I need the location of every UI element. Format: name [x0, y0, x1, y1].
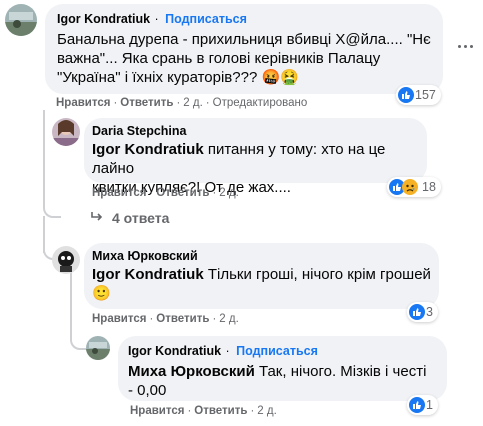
view-replies-link[interactable]: 4 ответа	[90, 210, 169, 226]
timestamp[interactable]: 2 д.	[219, 313, 239, 325]
separator-dot: ·	[154, 12, 159, 26]
follow-link[interactable]: Подписаться	[236, 344, 318, 358]
timestamp[interactable]: 2 д.	[219, 187, 239, 199]
comment-bubble: Igor Kondratiuk · Подписаться Банальна д…	[45, 4, 443, 94]
comment-bubble: Igor Kondratiuk · Подписаться Миха Юрков…	[118, 336, 447, 401]
reply-arrow-icon	[90, 210, 104, 226]
comment-author[interactable]: Миха Юрковский	[92, 249, 431, 263]
comment-text: Банальна дурепа - прихильниця вбивці Х@й…	[57, 31, 431, 86]
like-icon	[398, 87, 414, 103]
follow-link[interactable]: Подписаться	[165, 12, 247, 26]
like-button[interactable]: Нравится	[130, 405, 184, 417]
avatar[interactable]	[5, 4, 37, 36]
comment-actions: Нравится · Ответить · 2 д.	[92, 313, 239, 325]
reply-button[interactable]: Ответить	[156, 313, 209, 325]
mention-link[interactable]: Igor Kondratiuk	[92, 266, 204, 283]
reaction-count[interactable]: 157	[396, 85, 441, 105]
comment-text: Igor Kondratiuk Тільки гроші, нічого крі…	[92, 266, 431, 302]
reply-button[interactable]: Ответить	[194, 405, 247, 417]
comment-actions: Нравится · Ответить · 2 д.	[92, 187, 239, 199]
mention-link[interactable]: Миха Юрковский	[128, 363, 255, 380]
comment-actions: Нравится · Ответить · 2 д. · Отредактировано	[56, 97, 308, 109]
timestamp[interactable]: 2 д.	[183, 97, 203, 109]
comment-author[interactable]: Daria Stepchina	[92, 124, 419, 138]
avatar[interactable]	[52, 246, 80, 274]
comment-author[interactable]: Igor Kondratiuk	[128, 344, 221, 358]
like-icon	[409, 304, 425, 320]
comment-text: Миха Юрковский Так, нічого. Мізків і чес…	[128, 363, 427, 399]
comment-bubble: Миха Юрковский Igor Kondratiuk Тільки гр…	[84, 243, 439, 309]
comment-author[interactable]: Igor Kondratiuk	[57, 12, 150, 26]
separator-dot: ·	[225, 344, 230, 358]
like-icon	[409, 397, 425, 413]
timestamp[interactable]: 2 д.	[257, 405, 277, 417]
comment-bubble: Daria Stepchina Igor Kondratiuk питання …	[84, 118, 427, 196]
reply-button[interactable]: Ответить	[156, 187, 209, 199]
avatar[interactable]	[52, 118, 80, 146]
like-button[interactable]: Нравится	[56, 97, 110, 109]
reply-button[interactable]: Ответить	[120, 97, 173, 109]
comment-actions: Нравится · Ответить · 2 д.	[130, 405, 277, 417]
edited-label: Отредактировано	[212, 97, 308, 109]
like-button[interactable]: Нравится	[92, 313, 146, 325]
avatar[interactable]	[86, 336, 110, 360]
reaction-count[interactable]: 3	[407, 302, 438, 322]
mention-link[interactable]: Igor Kondratiuk	[92, 141, 204, 158]
reaction-count[interactable]: 18	[387, 177, 441, 197]
more-options-icon[interactable]	[455, 36, 475, 56]
reaction-count[interactable]: 1	[407, 395, 438, 415]
like-button[interactable]: Нравится	[92, 187, 146, 199]
sad-icon	[402, 179, 418, 195]
